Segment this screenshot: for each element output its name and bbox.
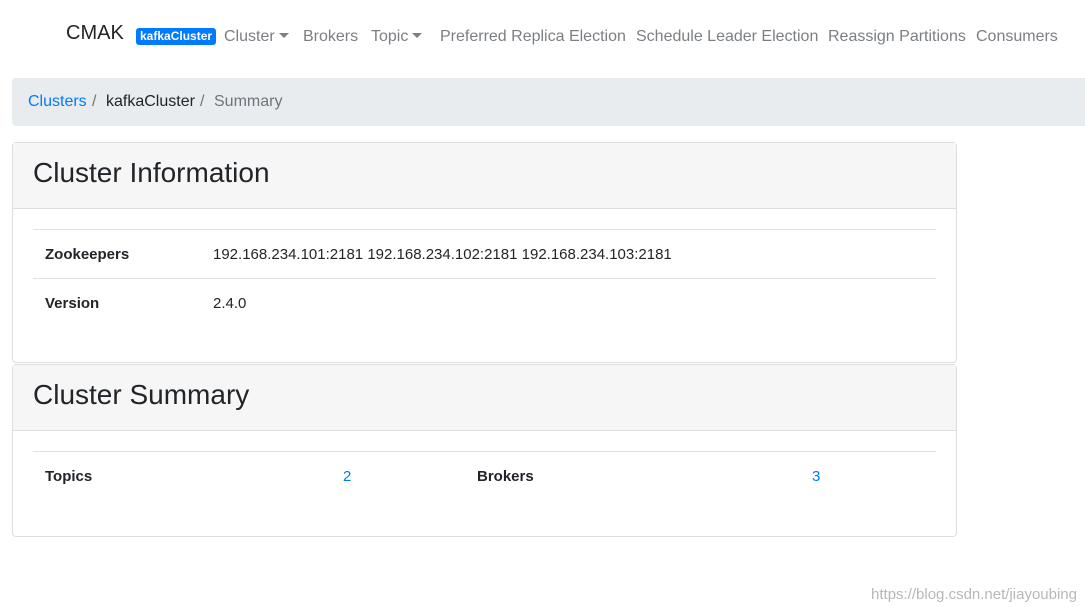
table-divider xyxy=(33,229,936,230)
cluster-information-title: Cluster Information xyxy=(33,157,270,188)
nav-topic-label: Topic xyxy=(371,28,409,45)
breadcrumb-summary: Summary xyxy=(214,93,283,110)
cluster-summary-title: Cluster Summary xyxy=(33,379,250,410)
card-header: Cluster Information xyxy=(13,143,956,209)
nav-reassign-partitions[interactable]: Reassign Partitions xyxy=(828,28,966,46)
cluster-information-card: Cluster Information Zookeepers 192.168.2… xyxy=(12,142,957,363)
nav-consumers[interactable]: Consumers xyxy=(976,28,1058,46)
nav-cluster-label: Cluster xyxy=(224,28,275,45)
topics-label: Topics xyxy=(45,468,93,485)
cluster-badge: kafkaCluster xyxy=(136,28,217,45)
brokers-label: Brokers xyxy=(477,468,534,485)
breadcrumb: Clusters / kafkaCluster / Summary xyxy=(12,78,1085,126)
version-value: 2.4.0 xyxy=(213,295,247,312)
cluster-summary-card: Cluster Summary Topics 2 Brokers 3 xyxy=(12,364,957,537)
breadcrumb-clusters-link[interactable]: Clusters xyxy=(28,93,87,111)
top-navbar: CMAK kafkaCluster Cluster Brokers Topic … xyxy=(0,0,1085,72)
breadcrumb-cluster[interactable]: kafkaCluster xyxy=(106,93,195,111)
breadcrumb-separator: / xyxy=(200,93,205,110)
card-header: Cluster Summary xyxy=(13,365,956,431)
nav-schedule-leader-election[interactable]: Schedule Leader Election xyxy=(636,28,818,46)
nav-brokers[interactable]: Brokers xyxy=(303,28,358,46)
topics-count-link[interactable]: 2 xyxy=(343,468,351,485)
version-label: Version xyxy=(45,295,100,312)
chevron-down-icon xyxy=(278,33,289,38)
nav-cluster-dropdown[interactable]: Cluster xyxy=(224,28,289,46)
nav-preferred-replica-election[interactable]: Preferred Replica Election xyxy=(440,28,626,46)
brand-logo[interactable]: CMAK xyxy=(66,22,124,45)
table-divider xyxy=(33,451,936,452)
zookeepers-value: 192.168.234.101:2181 192.168.234.102:218… xyxy=(213,246,672,263)
brokers-count-link[interactable]: 3 xyxy=(812,468,820,485)
zookeepers-label: Zookeepers xyxy=(45,246,130,263)
nav-topic-dropdown[interactable]: Topic xyxy=(371,28,423,46)
table-divider xyxy=(33,278,936,279)
watermark: https://blog.csdn.net/jiayoubing xyxy=(871,586,1077,603)
breadcrumb-separator: / xyxy=(92,93,97,110)
chevron-down-icon xyxy=(412,33,423,38)
